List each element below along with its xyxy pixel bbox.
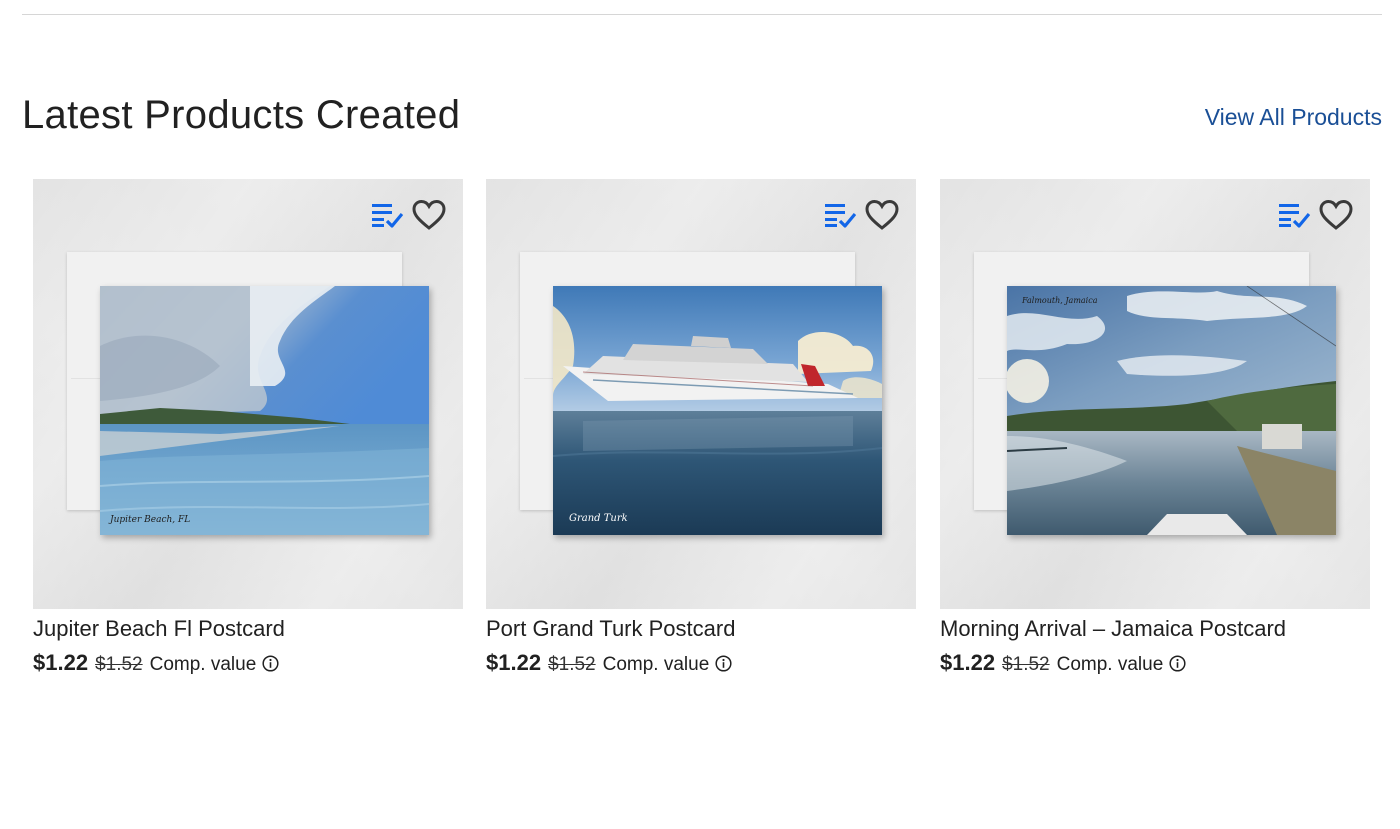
comp-value-label: Comp. value	[1056, 654, 1164, 675]
price: $1.22	[940, 650, 996, 675]
card-actions	[369, 197, 447, 233]
postcard-photo: Falmouth, Jamaica	[1007, 286, 1336, 535]
product-card: Grand Turk Port Grand Turk Postcard $1.2…	[486, 179, 916, 675]
info-icon[interactable]	[715, 655, 732, 672]
product-name[interactable]: Morning Arrival – Jamaica Postcard	[940, 616, 1286, 642]
photo-caption: Jupiter Beach, FL	[110, 515, 191, 525]
price: $1.22	[486, 650, 542, 675]
heart-icon	[412, 199, 446, 230]
comp-value-label: Comp. value	[602, 654, 710, 675]
product-image[interactable]: Grand Turk	[486, 179, 916, 609]
cruise-ship-photo	[553, 286, 882, 535]
comp-price: $1.52	[548, 654, 596, 675]
add-to-list-button[interactable]	[369, 197, 405, 233]
info-icon[interactable]	[262, 655, 279, 672]
favorite-button[interactable]	[411, 197, 447, 233]
add-to-list-button[interactable]	[822, 197, 858, 233]
postcard-photo: Jupiter Beach, FL	[100, 286, 429, 535]
card-actions	[822, 197, 900, 233]
product-card: Falmouth, Jamaica Morning Arrival – Jama…	[940, 179, 1370, 675]
card-actions	[1276, 197, 1354, 233]
photo-caption: Falmouth, Jamaica	[1022, 296, 1098, 305]
heart-icon	[1319, 199, 1353, 230]
postcard-photo: Grand Turk	[553, 286, 882, 535]
beach-photo	[100, 286, 429, 535]
product-name[interactable]: Jupiter Beach Fl Postcard	[33, 616, 285, 642]
comp-price: $1.52	[1002, 654, 1050, 675]
product-image[interactable]: Falmouth, Jamaica	[940, 179, 1370, 609]
product-image[interactable]: Jupiter Beach, FL	[33, 179, 463, 609]
price-row: $1.22 $1.52 Comp. value	[33, 650, 279, 676]
favorite-button[interactable]	[1318, 197, 1354, 233]
info-icon[interactable]	[1169, 655, 1186, 672]
price-row: $1.22 $1.52 Comp. value	[940, 650, 1186, 676]
add-to-list-icon	[825, 204, 856, 228]
price-row: $1.22 $1.52 Comp. value	[486, 650, 732, 676]
comp-value-label: Comp. value	[149, 654, 257, 675]
view-all-products-link[interactable]: View All Products	[1205, 104, 1382, 131]
price: $1.22	[33, 650, 89, 675]
top-divider	[22, 14, 1382, 15]
add-to-list-icon	[1279, 204, 1310, 228]
add-to-list-button[interactable]	[1276, 197, 1312, 233]
comp-price: $1.52	[95, 654, 143, 675]
heart-icon	[865, 199, 899, 230]
latest-products-page: Latest Products Created View All Product…	[0, 0, 1400, 829]
photo-caption: Grand Turk	[569, 513, 628, 524]
add-to-list-icon	[372, 204, 403, 228]
product-card: Jupiter Beach, FL Jupiter Beach Fl Postc…	[33, 179, 463, 675]
product-name[interactable]: Port Grand Turk Postcard	[486, 616, 735, 642]
favorite-button[interactable]	[864, 197, 900, 233]
harbor-photo	[1007, 286, 1336, 535]
section-title: Latest Products Created	[22, 93, 461, 137]
